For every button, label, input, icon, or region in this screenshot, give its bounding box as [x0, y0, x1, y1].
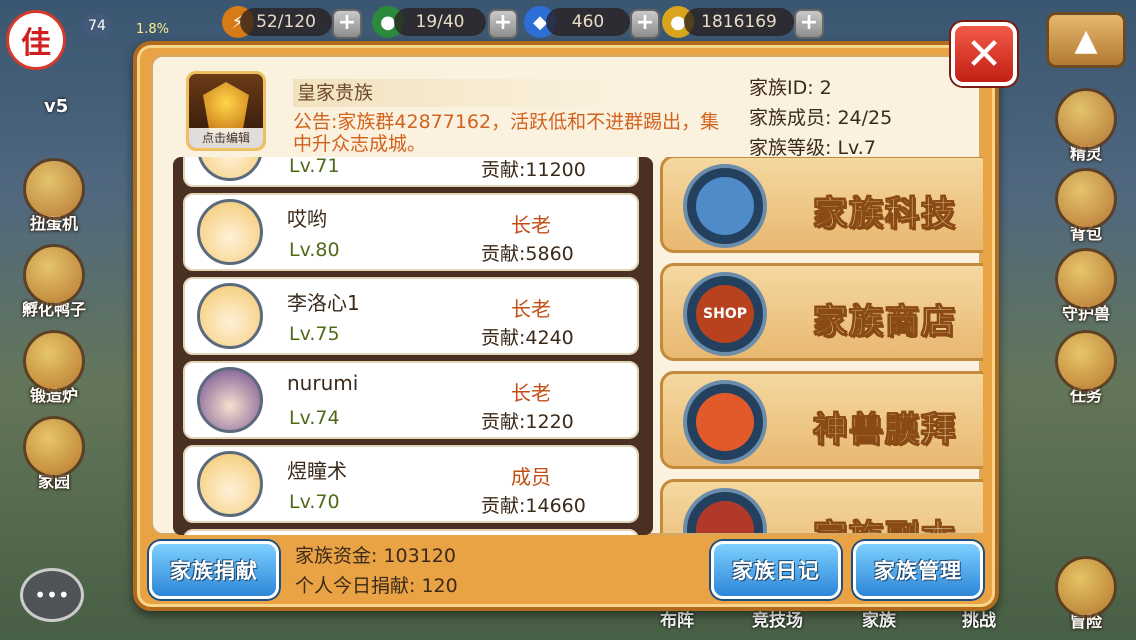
side-button-bag[interactable]: 背包: [1044, 160, 1128, 244]
stamina-plus-button[interactable]: +: [332, 9, 362, 39]
diamond-plus-button[interactable]: +: [630, 9, 660, 39]
collapse-up-button[interactable]: ▲: [1046, 12, 1126, 68]
player-avatar[interactable]: 佳: [6, 10, 66, 70]
guardian-icon: [1055, 248, 1117, 310]
green-resource-value: 19/40: [394, 8, 486, 36]
family-funds: 家族资金: 103120: [295, 545, 456, 567]
family-member-count: 家族成员: 24/25: [749, 107, 893, 129]
funds-info: 家族资金: 103120 个人今日捐献: 120: [295, 541, 458, 601]
house-icon: [23, 416, 85, 478]
family-notice: 公告:家族群42877162，活跃低和不进群踢出，集中升众志成城。: [293, 111, 720, 155]
book-icon: [683, 164, 767, 248]
family-manage-button[interactable]: 家族管理: [853, 541, 983, 599]
side-button-home[interactable]: 家园: [12, 408, 96, 492]
family-dialog: 点击编辑 皇家贵族 公告:家族群42877162，活跃低和不进群踢出，集中升众志…: [133, 41, 999, 611]
family-shop-button[interactable]: SHOP 家族商店: [660, 263, 983, 361]
player-level-badge: 74: [82, 14, 112, 38]
beast-worship-button[interactable]: 神兽膜拜: [660, 371, 983, 469]
dragon-icon: [683, 488, 767, 533]
spirit-icon: [1055, 88, 1117, 150]
family-diary-button[interactable]: 家族日记: [711, 541, 841, 599]
family-tech-button[interactable]: 家族科技: [660, 157, 983, 253]
side-button-gacha[interactable]: 扭蛋机: [12, 150, 96, 234]
duck-icon: [23, 244, 85, 306]
helmet-icon: [683, 380, 767, 464]
diamond-value: 460: [546, 8, 630, 36]
vip-badge: v5: [44, 96, 69, 117]
close-icon[interactable]: ✕: [951, 22, 1017, 86]
quest-icon: [1055, 330, 1117, 392]
family-emblem[interactable]: 点击编辑: [186, 71, 266, 151]
side-button-quest[interactable]: 任务: [1044, 322, 1128, 406]
family-dungeon-button[interactable]: 家族副本: [660, 479, 983, 533]
knight-helmet-icon: [203, 82, 249, 134]
chat-button[interactable]: •••: [20, 568, 84, 622]
gacha-icon: [23, 158, 85, 220]
personal-donation: 个人今日捐献: 120: [295, 575, 458, 597]
backpack-icon: [1055, 168, 1117, 230]
donate-button[interactable]: 家族捐献: [149, 541, 279, 599]
shop-icon: SHOP: [683, 272, 767, 356]
side-button-spirit[interactable]: 精灵: [1044, 80, 1128, 164]
gold-plus-button[interactable]: +: [794, 9, 824, 39]
family-info: 家族ID: 2 家族成员: 24/25 家族等级: Lv.7: [749, 73, 892, 163]
forge-icon: [23, 330, 85, 392]
side-button-adventure[interactable]: 冒险: [1044, 548, 1128, 632]
family-dialog-panel: 点击编辑 皇家贵族 公告:家族群42877162，活跃低和不进群踢出，集中升众志…: [151, 55, 983, 535]
exp-percent: 1.8%: [136, 22, 170, 37]
emblem-edit-label: 点击编辑: [189, 128, 263, 148]
side-button-duck[interactable]: 孵化鸭子: [12, 236, 96, 320]
side-button-forge[interactable]: 锻造炉: [12, 322, 96, 406]
side-button-guardian[interactable]: 守护兽: [1044, 240, 1128, 324]
feature-list: 家族科技 SHOP 家族商店 神兽膜拜 家族副本: [153, 157, 983, 533]
adventure-icon: [1055, 556, 1117, 618]
gold-value: 1816169: [684, 8, 794, 36]
family-id: 家族ID: 2: [749, 77, 832, 99]
green-resource-plus-button[interactable]: +: [488, 9, 518, 39]
stamina-value: 52/120: [240, 8, 332, 36]
family-name: 皇家贵族: [293, 79, 633, 107]
